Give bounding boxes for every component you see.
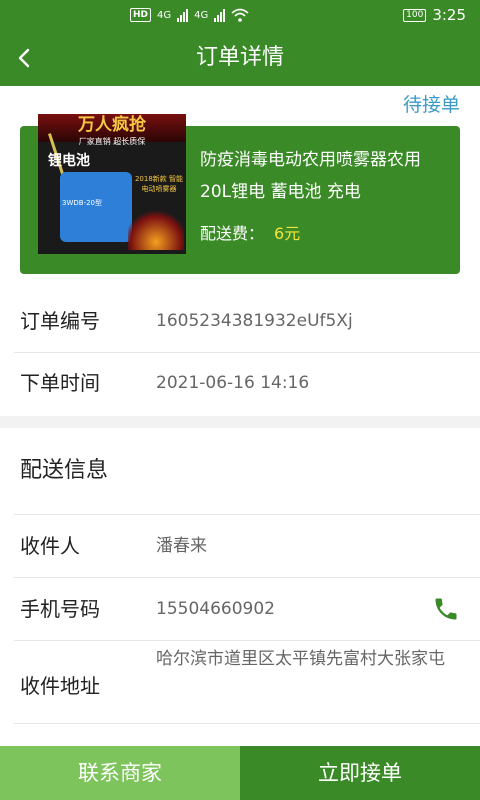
address-label: 收件地址 (20, 674, 100, 698)
image-model-text: 3WDB-20型 (62, 199, 103, 207)
product-image: 万人疯抢 厂家直销 超长质保 锂电池 3WDB-20型 2018新款 智能电动喷… (38, 114, 186, 254)
flame-decoration (128, 210, 184, 250)
status-bar-right: 100 3:25 (403, 5, 466, 25)
header: 订单详情 (0, 30, 480, 86)
delivery-fee-label: 配送费： (200, 224, 265, 243)
chevron-left-icon[interactable] (10, 42, 42, 74)
network-label-2: 4G (194, 9, 209, 21)
delivery-fee: 配送费： 6元 (200, 220, 300, 244)
order-time-value: 2021-06-16 14:16 (156, 373, 310, 393)
image-sub-text: 厂家直销 超长质保 (78, 137, 146, 146)
product-card[interactable]: 万人疯抢 厂家直销 超长质保 锂电池 3WDB-20型 2018新款 智能电动喷… (20, 114, 460, 274)
delivery-header-line (14, 452, 480, 515)
signal-icon-2 (214, 8, 226, 22)
order-time-label: 下单时间 (20, 371, 100, 395)
recipient-label: 收件人 (20, 534, 80, 558)
wifi-icon (231, 8, 249, 22)
address-row: 收件地址 哈尔滨市道里区太平镇先富村大张家屯 (14, 641, 480, 724)
phone-value: 15504660902 (156, 599, 275, 619)
battery-icon: 100 (403, 8, 427, 22)
status-bar: HD 4G 4G 100 3:25 (0, 0, 480, 30)
signal-icon (177, 8, 189, 22)
order-status-badge: 待接单 (402, 94, 460, 116)
section-divider (0, 416, 480, 428)
phone-icon[interactable] (432, 595, 460, 623)
recipient-value: 潘春来 (156, 536, 207, 556)
order-number-value: 1605234381932eUf5Xj (156, 311, 353, 331)
order-number-row: 订单编号 1605234381932eUf5Xj (14, 290, 480, 353)
recipient-row: 收件人 潘春来 (14, 515, 480, 578)
delivery-fee-value: 6元 (274, 224, 301, 243)
page-title: 订单详情 (195, 45, 284, 70)
bottom-action-bar: 联系商家 立即接单 (0, 746, 480, 800)
clock: 3:25 (432, 6, 466, 24)
accept-order-button[interactable]: 立即接单 (240, 746, 480, 800)
hd-badge: HD (130, 8, 152, 22)
image-side-text: 2018新款 智能电动喷雾器 (134, 175, 184, 193)
network-label-1: 4G (157, 9, 172, 21)
phone-row: 手机号码 15504660902 (14, 578, 480, 641)
contact-merchant-button[interactable]: 联系商家 (0, 746, 240, 800)
image-title-text: 锂电池 (48, 153, 90, 169)
order-time-row: 下单时间 2021-06-16 14:16 (14, 352, 480, 414)
status-bar-left: HD 4G 4G (130, 6, 249, 24)
address-value: 哈尔滨市道里区太平镇先富村大张家屯 (156, 649, 445, 669)
phone-label: 手机号码 (20, 597, 100, 621)
order-number-label: 订单编号 (20, 309, 100, 333)
product-name: 防疫消毒电动农用喷雾器农用20L锂电 蓄电池 充电 (200, 150, 421, 202)
